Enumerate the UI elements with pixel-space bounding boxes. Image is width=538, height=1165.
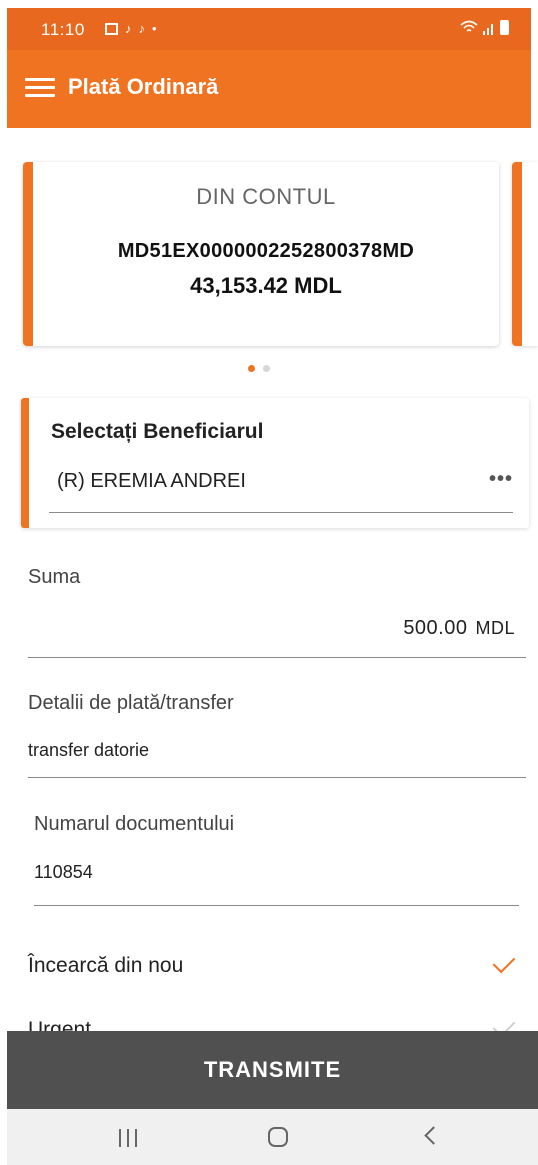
battery-icon: [500, 20, 509, 35]
status-bar: 11:10 ♪ ♪ •: [7, 8, 531, 50]
source-account-card[interactable]: DIN CONTUL MD51EX0000002252800378MD 43,1…: [23, 162, 499, 346]
system-nav-bar: [7, 1109, 538, 1165]
next-account-card[interactable]: [512, 162, 538, 346]
recents-icon[interactable]: [119, 1129, 137, 1147]
status-notification-icons: ♪ ♪ •: [105, 21, 157, 36]
app-bar: Plată Ordinară: [7, 50, 531, 128]
account-iban: MD51EX0000002252800378MD: [117, 240, 415, 262]
beneficiary-value[interactable]: (R) EREMIA ANDREI: [57, 470, 246, 493]
carousel-dot[interactable]: [263, 365, 270, 372]
home-icon[interactable]: [268, 1127, 288, 1147]
tiktok-icon: ♪: [138, 21, 146, 36]
amount-value[interactable]: 500.00: [403, 617, 467, 639]
more-horizontal-icon[interactable]: •••: [489, 468, 513, 491]
gallery-icon: [105, 22, 118, 35]
check-icon[interactable]: [492, 950, 516, 974]
beneficiary-underline: [49, 512, 513, 513]
amount-underline: [28, 657, 526, 658]
wifi-icon: [460, 20, 478, 32]
beneficiary-title: Selectați Beneficiarul: [51, 420, 264, 443]
account-balance: 43,153.42 MDL: [190, 273, 342, 298]
details-input[interactable]: transfer datorie: [28, 740, 149, 761]
hamburger-menu-icon[interactable]: [25, 78, 55, 98]
back-icon[interactable]: [424, 1126, 443, 1145]
dot-icon: •: [152, 21, 157, 36]
retry-option-label: Încearcă din nou: [28, 954, 184, 977]
amount-currency: MDL: [475, 618, 515, 638]
document-number-underline: [34, 905, 519, 906]
signal-icon: [483, 23, 493, 35]
details-underline: [28, 777, 526, 778]
tiktok-icon: ♪: [125, 21, 132, 36]
details-label: Detalii de plată/transfer: [28, 692, 234, 714]
carousel-page-indicator: [248, 365, 270, 372]
document-number-input[interactable]: 110854: [34, 862, 93, 883]
account-card-label: DIN CONTUL: [196, 184, 336, 209]
status-system-icons: [460, 20, 509, 35]
transmit-button[interactable]: TRANSMITE: [7, 1031, 538, 1109]
retry-option[interactable]: Încearcă din nou: [28, 946, 518, 986]
amount-input[interactable]: 500.00 MDL: [403, 617, 515, 640]
page-title: Plată Ordinară: [68, 74, 219, 99]
beneficiary-card[interactable]: Selectați Beneficiarul (R) EREMIA ANDREI…: [21, 398, 529, 528]
status-time: 11:10: [41, 20, 85, 39]
carousel-dot-active[interactable]: [248, 365, 255, 372]
document-number-label: Numarul documentului: [34, 813, 235, 835]
amount-label: Suma: [28, 566, 81, 588]
